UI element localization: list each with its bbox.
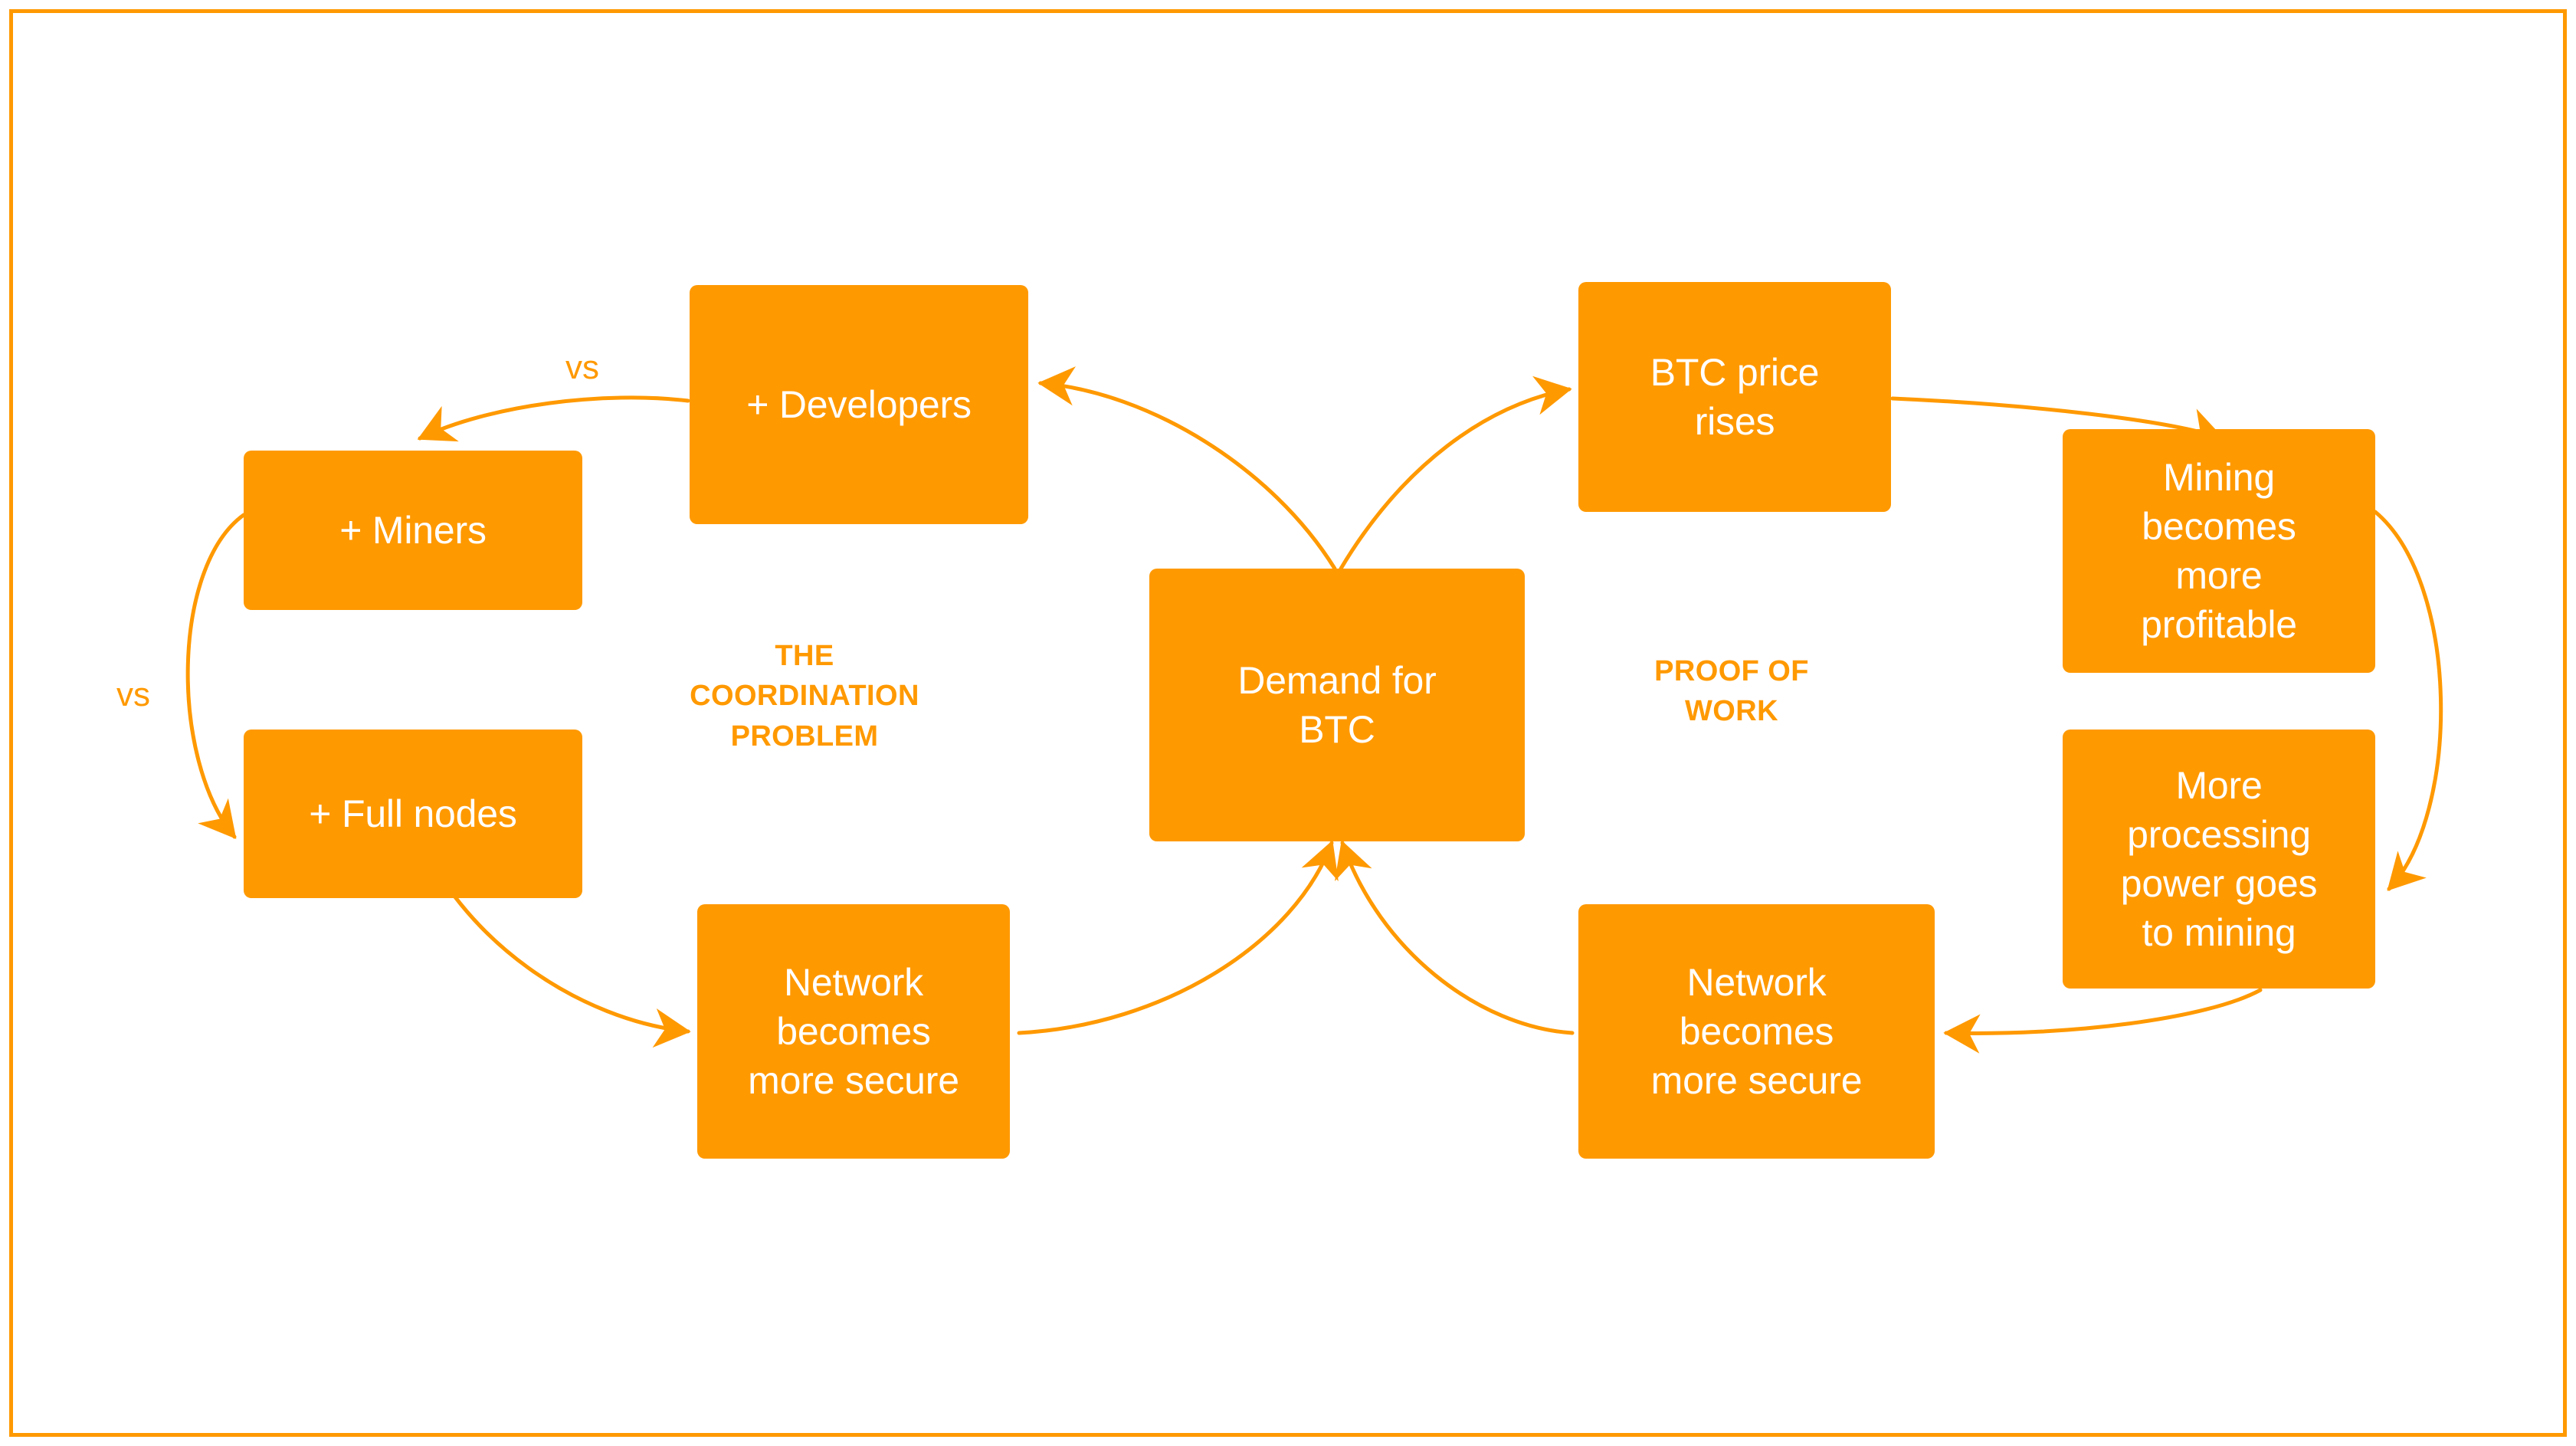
node-demand-for-btc[interactable]: Demand for BTC (1149, 569, 1525, 841)
edge-demand-to-btc-price (1339, 375, 1572, 571)
node-full-nodes[interactable]: + Full nodes (244, 730, 582, 898)
edge-network-right-to-demand (1335, 840, 1575, 1035)
edge-miners-to-fullnodes (185, 513, 246, 839)
section-label-proof-of-work: PROOF OF WORK (1654, 655, 1809, 728)
edge-mining-to-processing (2373, 510, 2443, 891)
node-developers[interactable]: + Developers (690, 285, 1028, 524)
edge-label-vs-developers-miners: vs (565, 349, 599, 386)
edge-label-vs-miners-fullnodes: vs (116, 676, 150, 713)
node-mining-profitable[interactable]: Mining becomes more profitable (2063, 429, 2375, 673)
edge-developers-to-miners (417, 395, 690, 442)
edge-network-left-to-demand (1017, 840, 1339, 1035)
edge-processing-to-network-right (1943, 988, 2263, 1054)
node-processing-power[interactable]: More processing power goes to mining (2063, 730, 2375, 989)
node-miners[interactable]: + Miners (244, 451, 582, 610)
diagram-canvas: + Miners + Full nodes + Developers Netwo… (0, 0, 2576, 1446)
node-network-secure-right[interactable]: Network becomes more secure (1578, 904, 1935, 1159)
section-label-coordination-problem: THE COORDINATION PROBLEM (690, 640, 919, 753)
edge-demand-to-developers (1037, 366, 1337, 571)
node-btc-price-rises[interactable]: BTC price rises (1578, 282, 1891, 512)
node-network-secure-left[interactable]: Network becomes more secure (697, 904, 1010, 1159)
